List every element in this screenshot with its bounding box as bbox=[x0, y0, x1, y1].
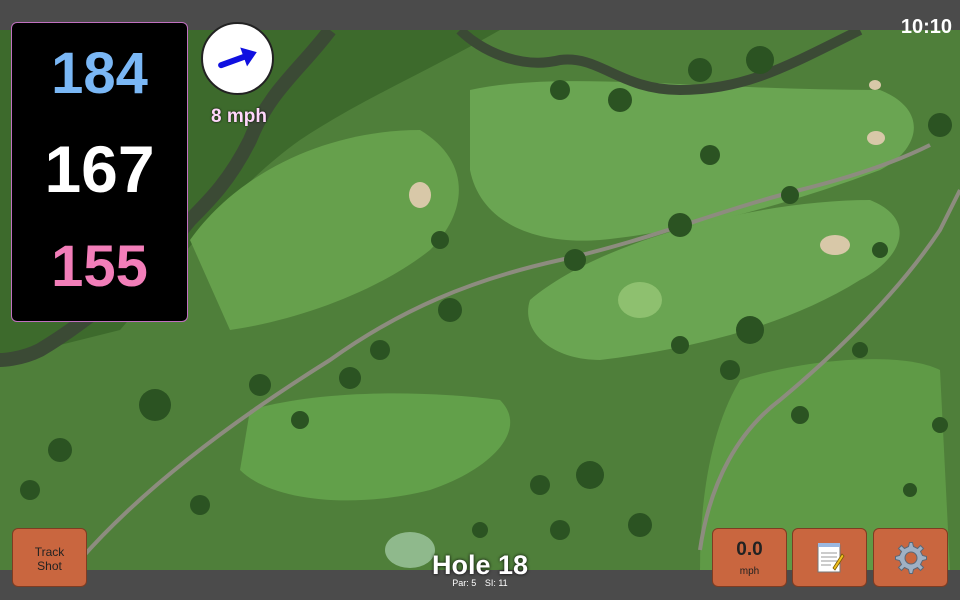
track-shot-button[interactable]: Track Shot bbox=[12, 528, 87, 587]
hole-title[interactable]: Hole 18 bbox=[380, 550, 580, 580]
front-distance: 155 bbox=[51, 234, 148, 299]
hole-par: Par: 5 bbox=[452, 578, 477, 588]
clock: 10:10 bbox=[900, 16, 952, 38]
track-shot-label-line2: Shot bbox=[37, 559, 62, 573]
wind-speed: 8 mph bbox=[211, 106, 267, 127]
middle-distance: 167 bbox=[44, 132, 155, 206]
speed-value: 0.0 bbox=[736, 539, 763, 560]
settings-button[interactable] bbox=[873, 528, 948, 587]
speed-unit: mph bbox=[739, 566, 760, 577]
notes-button[interactable] bbox=[792, 528, 867, 587]
gear-icon bbox=[894, 541, 927, 574]
hole-stroke-index: SI: 11 bbox=[484, 578, 508, 588]
distance-panel: 184 167 155 bbox=[11, 22, 188, 322]
hole-meta: Par: 5 SI: 11 bbox=[420, 578, 540, 588]
notepad-icon bbox=[817, 542, 845, 572]
wind-indicator bbox=[201, 22, 274, 95]
speed-button[interactable]: 0.0 mph bbox=[712, 528, 787, 587]
back-distance: 184 bbox=[51, 41, 148, 106]
wind-arrow-icon bbox=[217, 47, 257, 68]
track-shot-label-line1: Track bbox=[34, 545, 65, 559]
